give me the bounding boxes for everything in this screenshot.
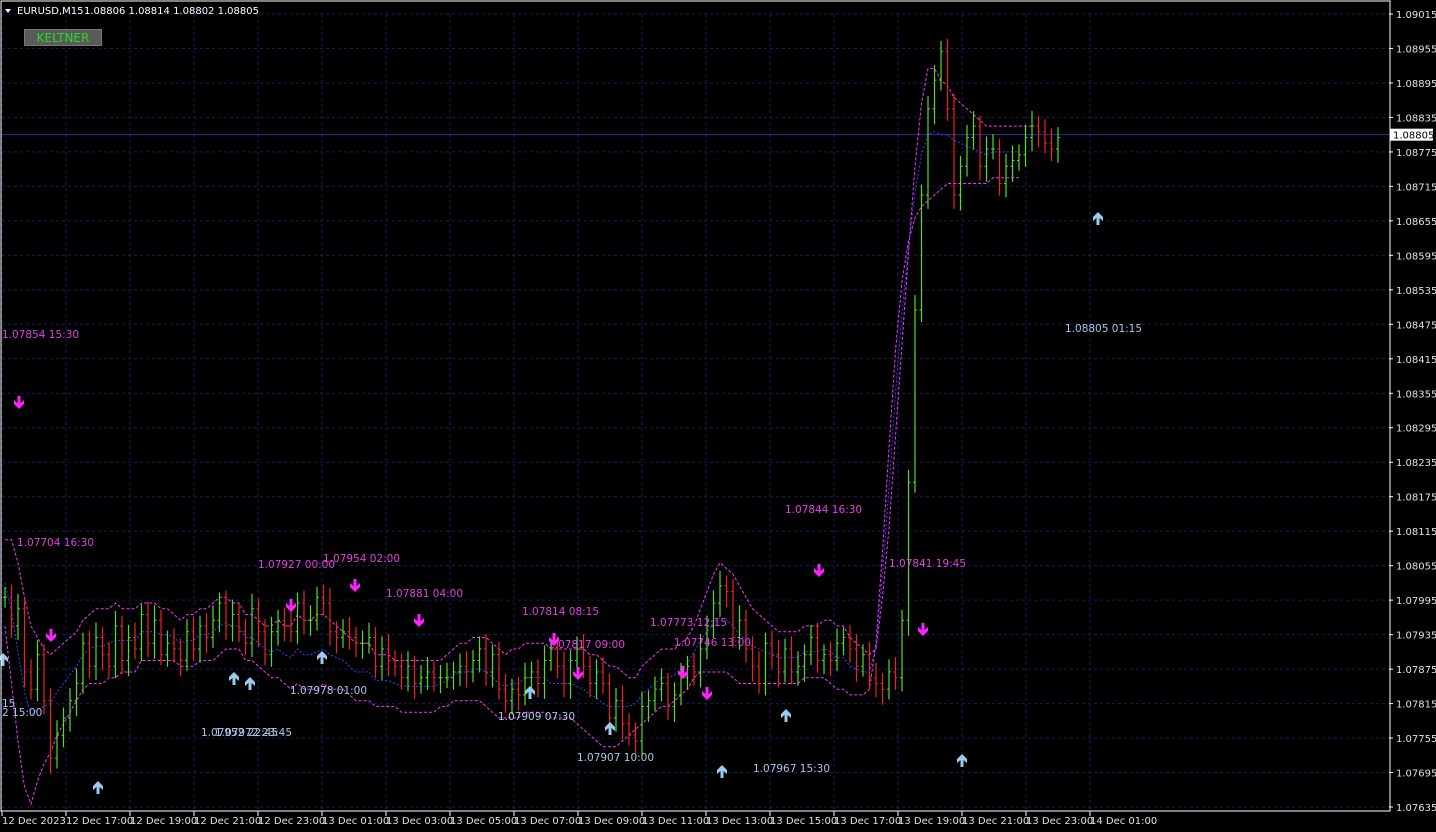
ohlc-label: 1.08806 1.08814 1.08802 1.08805 — [84, 6, 259, 17]
chart-background — [0, 0, 1436, 832]
x-tick-label: 12 Dec 19:00 — [130, 816, 197, 827]
x-tick-label: 13 Dec 05:00 — [450, 816, 517, 827]
x-tick-label: 12 Dec 17:00 — [66, 816, 133, 827]
y-tick-label: 1.07935 — [1396, 631, 1436, 642]
signal-label: 1.07844 16:30 — [785, 504, 862, 516]
x-tick-label: 13 Dec 09:00 — [578, 816, 645, 827]
x-tick-label: 13 Dec 21:00 — [962, 816, 1029, 827]
signal-label: 1.07841 19:45 — [889, 558, 966, 570]
current-price-label: 1.08805 — [1393, 131, 1434, 142]
x-tick-label: 13 Dec 19:00 — [898, 816, 965, 827]
y-tick-label: 1.07995 — [1396, 596, 1436, 607]
keltner-button[interactable]: KELTNER — [24, 29, 102, 46]
y-tick-label: 1.08115 — [1396, 527, 1436, 538]
y-tick-label: 1.08055 — [1396, 562, 1436, 573]
x-tick-label: 12 Dec 2023 — [2, 816, 66, 827]
y-tick-label: 1.08535 — [1396, 286, 1436, 297]
chart-header: EURUSD,M15 1.08806 1.08814 1.08802 1.088… — [5, 6, 259, 17]
signal-label: 1.07881 04:00 — [386, 588, 463, 600]
x-tick-label: 13 Dec 15:00 — [770, 816, 837, 827]
signal-label: 1.07854 15:30 — [2, 329, 79, 341]
x-tick-label: 13 Dec 17:00 — [834, 816, 901, 827]
signal-label: 1.07909 07:30 — [498, 711, 575, 723]
y-tick-label: 1.08175 — [1396, 493, 1436, 504]
x-tick-label: 14 Dec 01:00 — [1090, 816, 1157, 827]
y-tick-label: 1.07815 — [1396, 700, 1436, 711]
y-tick-label: 1.08235 — [1396, 458, 1436, 469]
x-tick-label: 13 Dec 11:00 — [642, 816, 709, 827]
signal-label: 1.07972 23:45 — [215, 727, 292, 739]
y-tick-label: 1.07695 — [1396, 769, 1436, 780]
y-tick-label: 1.08415 — [1396, 355, 1436, 366]
x-tick-label: 12 Dec 23:00 — [258, 816, 325, 827]
y-tick-label: 1.08355 — [1396, 389, 1436, 400]
y-tick-label: 1.07755 — [1396, 734, 1436, 745]
signal-label: 1.07704 16:30 — [17, 537, 94, 549]
x-tick-label: 13 Dec 03:00 — [386, 816, 453, 827]
signal-label: 1.07817 09:00 — [548, 639, 625, 651]
x-tick-label: 13 Dec 23:00 — [1026, 816, 1093, 827]
symbol-label: EURUSD,M15 — [17, 6, 83, 17]
y-tick-label: 1.08655 — [1396, 217, 1436, 228]
signal-label: 2 15:00 — [2, 707, 42, 719]
y-tick-label: 1.08955 — [1396, 44, 1436, 55]
y-tick-label: 1.08475 — [1396, 320, 1436, 331]
signal-label: 1.07773 12:15 — [650, 617, 727, 629]
y-tick-label: 1.08595 — [1396, 251, 1436, 262]
x-tick-label: 13 Dec 07:00 — [514, 816, 581, 827]
y-tick-label: 1.08835 — [1396, 113, 1436, 124]
x-tick-label: 13 Dec 01:00 — [322, 816, 389, 827]
y-tick-label: 1.07875 — [1396, 665, 1436, 676]
y-tick-label: 1.09015 — [1396, 10, 1436, 21]
signal-label: 1.07814 08:15 — [522, 606, 599, 618]
x-tick-label: 13 Dec 13:00 — [706, 816, 773, 827]
signal-label: 1.07907 10:00 — [577, 752, 654, 764]
y-tick-label: 1.08775 — [1396, 148, 1436, 159]
y-tick-label: 1.08895 — [1396, 79, 1436, 90]
y-tick-label: 1.07635 — [1396, 803, 1436, 814]
signal-label: 1.08805 01:15 — [1065, 323, 1142, 335]
y-tick-label: 1.08295 — [1396, 424, 1436, 435]
x-tick-label: 12 Dec 21:00 — [194, 816, 261, 827]
signal-label: 1.07954 02:00 — [323, 553, 400, 565]
y-tick-label: 1.08715 — [1396, 182, 1436, 193]
price-chart[interactable]: 1.07854 15:301.07704 16:301.07927 00:001… — [0, 0, 1436, 832]
signal-label: 1.07746 13:00 — [674, 637, 751, 649]
signal-label: 1.07978 01:00 — [290, 685, 367, 697]
signal-label: 1.07967 15:30 — [753, 763, 830, 775]
